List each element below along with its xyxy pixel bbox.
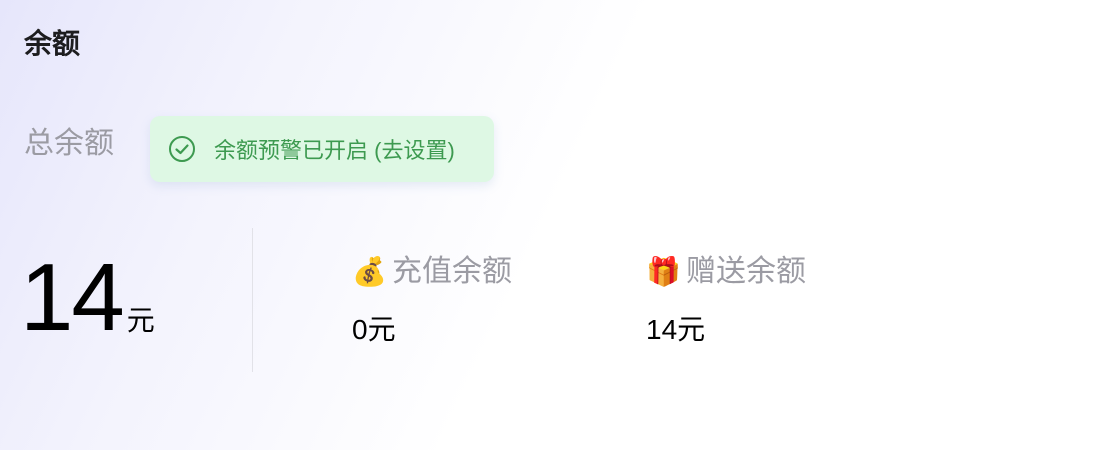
gift-balance-value: 14元 — [646, 314, 706, 345]
recharge-balance-block: 💰 充值余额 0元 — [352, 252, 512, 348]
balance-alert-text: 余额预警已开启 (去设置) — [214, 138, 455, 163]
gift-balance-label: 赠送余额 — [686, 255, 806, 288]
recharge-balance-label: 充值余额 — [392, 255, 512, 288]
check-circle-icon — [168, 135, 196, 163]
recharge-balance-value: 0元 — [352, 314, 396, 345]
recharge-balance-label-row: 💰 充值余额 — [352, 252, 512, 292]
balance-alert-badge[interactable]: 余额预警已开启 (去设置) — [150, 116, 494, 182]
page-title: 余额 — [24, 28, 81, 59]
total-balance-label: 总余额 — [24, 127, 114, 160]
total-balance-amount: 14 — [20, 244, 125, 351]
gift-balance-label-row: 🎁 赠送余额 — [646, 252, 806, 292]
money-bag-icon: 💰 — [352, 256, 387, 287]
total-balance-value: 14 元 — [20, 250, 155, 346]
vertical-divider — [252, 228, 253, 372]
total-balance-unit: 元 — [126, 305, 155, 336]
gift-icon: 🎁 — [646, 256, 681, 287]
gift-balance-block: 🎁 赠送余额 14元 — [646, 252, 806, 348]
